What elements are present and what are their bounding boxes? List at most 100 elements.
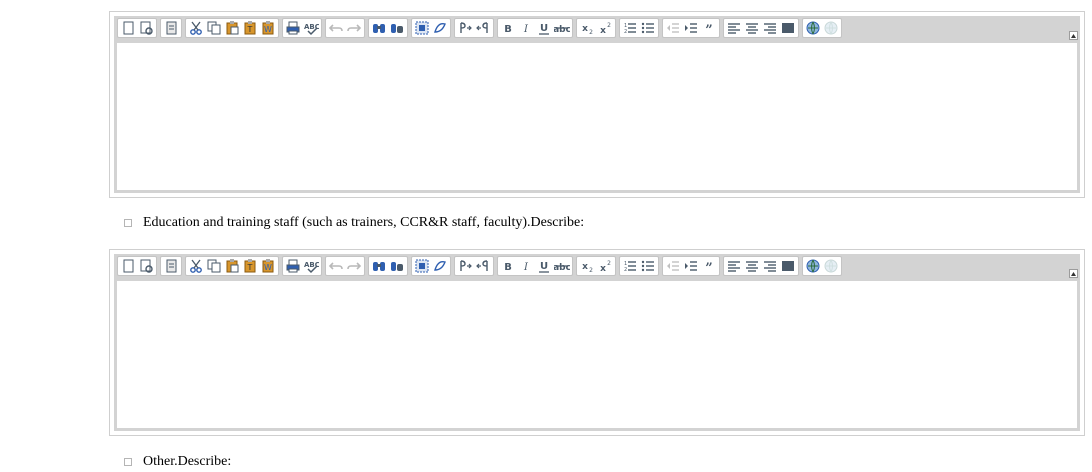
indent-button[interactable]: [682, 19, 700, 37]
underline-icon: U: [539, 23, 549, 35]
justify-button[interactable]: [779, 19, 797, 37]
copy-button[interactable]: [205, 19, 223, 37]
new-page-button[interactable]: [119, 257, 137, 275]
paste-button[interactable]: [223, 257, 241, 275]
align-center-button[interactable]: [743, 19, 761, 37]
spellcheck-button[interactable]: ABC: [302, 257, 320, 275]
indent-icon: [685, 23, 697, 33]
paste-text-button[interactable]: T: [241, 19, 259, 37]
replace-button[interactable]: [388, 19, 406, 37]
link-button[interactable]: [804, 257, 822, 275]
rtl-button[interactable]: [474, 19, 492, 37]
strikethrough-button[interactable]: abc: [553, 19, 571, 37]
superscript-icon: x2: [600, 22, 611, 36]
undo-button[interactable]: [327, 257, 345, 275]
ltr-icon: [460, 22, 472, 33]
unlink-button[interactable]: [822, 19, 840, 37]
ltr-button[interactable]: [456, 257, 474, 275]
align-right-button[interactable]: [761, 19, 779, 37]
superscript-button[interactable]: x2: [596, 19, 614, 37]
numbered-list-icon: 12: [624, 23, 636, 35]
underline-button[interactable]: U: [535, 257, 553, 275]
spellcheck-button[interactable]: ABC: [302, 19, 320, 37]
paste-button[interactable]: [223, 19, 241, 37]
paste-icon: [226, 259, 239, 273]
link-button[interactable]: [804, 19, 822, 37]
svg-text:2: 2: [589, 29, 593, 36]
remove-format-button[interactable]: [431, 257, 449, 275]
other-option[interactable]: Other.Describe:: [124, 454, 231, 470]
collapse-toolbar-button[interactable]: [1069, 269, 1078, 278]
outdent-button[interactable]: [664, 257, 682, 275]
collapse-toolbar-button[interactable]: [1069, 31, 1078, 40]
bold-button[interactable]: B: [499, 257, 517, 275]
subscript-button[interactable]: x2: [578, 257, 596, 275]
cut-button[interactable]: [187, 19, 205, 37]
rtl-icon: [476, 22, 488, 33]
italic-button[interactable]: I: [517, 19, 535, 37]
strikethrough-button[interactable]: abc: [553, 257, 571, 275]
undo-button[interactable]: [327, 19, 345, 37]
preview-button[interactable]: [137, 257, 155, 275]
find-button[interactable]: [370, 257, 388, 275]
blockquote-button[interactable]: ”: [700, 19, 718, 37]
svg-text:U: U: [540, 23, 548, 34]
justify-button[interactable]: [779, 257, 797, 275]
paste-word-button[interactable]: W: [259, 19, 277, 37]
cut-icon: [190, 21, 202, 35]
print-button[interactable]: [284, 257, 302, 275]
bulleted-list-button[interactable]: [639, 19, 657, 37]
toolbar-group: ”: [662, 256, 720, 276]
education-staff-option[interactable]: Education and training staff (such as tr…: [124, 215, 584, 231]
indent-button[interactable]: [682, 257, 700, 275]
other-checkbox[interactable]: [124, 458, 132, 466]
replace-button[interactable]: [388, 257, 406, 275]
bold-button[interactable]: B: [499, 19, 517, 37]
templates-button[interactable]: [162, 19, 180, 37]
toolbar-group: [411, 18, 451, 38]
find-button[interactable]: [370, 19, 388, 37]
preview-button[interactable]: [137, 19, 155, 37]
cut-button[interactable]: [187, 257, 205, 275]
redo-button[interactable]: [345, 19, 363, 37]
superscript-button[interactable]: x2: [596, 257, 614, 275]
unlink-button[interactable]: [822, 257, 840, 275]
numbered-list-button[interactable]: 12: [621, 257, 639, 275]
blockquote-button[interactable]: ”: [700, 257, 718, 275]
find-icon: [373, 24, 385, 33]
italic-button[interactable]: I: [517, 257, 535, 275]
svg-text:U: U: [540, 261, 548, 272]
templates-button[interactable]: [162, 257, 180, 275]
rtl-button[interactable]: [474, 257, 492, 275]
select-all-button[interactable]: [413, 257, 431, 275]
print-button[interactable]: [284, 19, 302, 37]
copy-icon: [207, 21, 221, 35]
svg-text:abc: abc: [554, 25, 570, 35]
subscript-button[interactable]: x2: [578, 19, 596, 37]
align-left-button[interactable]: [725, 257, 743, 275]
numbered-list-button[interactable]: 12: [621, 19, 639, 37]
remove-format-button[interactable]: [431, 19, 449, 37]
select-all-button[interactable]: [413, 19, 431, 37]
ltr-button[interactable]: [456, 19, 474, 37]
outdent-button[interactable]: [664, 19, 682, 37]
paste-word-button[interactable]: W: [259, 257, 277, 275]
bulleted-list-button[interactable]: [639, 257, 657, 275]
editor-content-area[interactable]: [117, 43, 1077, 190]
copy-button[interactable]: [205, 257, 223, 275]
new-page-button[interactable]: [119, 19, 137, 37]
editor-content-area[interactable]: [117, 281, 1077, 428]
redo-button[interactable]: [345, 257, 363, 275]
toolbar-group: [368, 256, 408, 276]
align-center-button[interactable]: [743, 257, 761, 275]
align-right-button[interactable]: [761, 257, 779, 275]
remove-format-icon: [434, 260, 446, 271]
toolbar-group: TW: [185, 18, 279, 38]
paste-text-button[interactable]: T: [241, 257, 259, 275]
rich-text-editor-1: T W ABC B I Uabc x 2 x 2 1 2 ”: [109, 11, 1085, 198]
education-staff-checkbox[interactable]: [124, 219, 132, 227]
svg-text:2: 2: [589, 267, 593, 274]
underline-button[interactable]: U: [535, 19, 553, 37]
toolbar-group: [454, 256, 494, 276]
align-left-button[interactable]: [725, 19, 743, 37]
